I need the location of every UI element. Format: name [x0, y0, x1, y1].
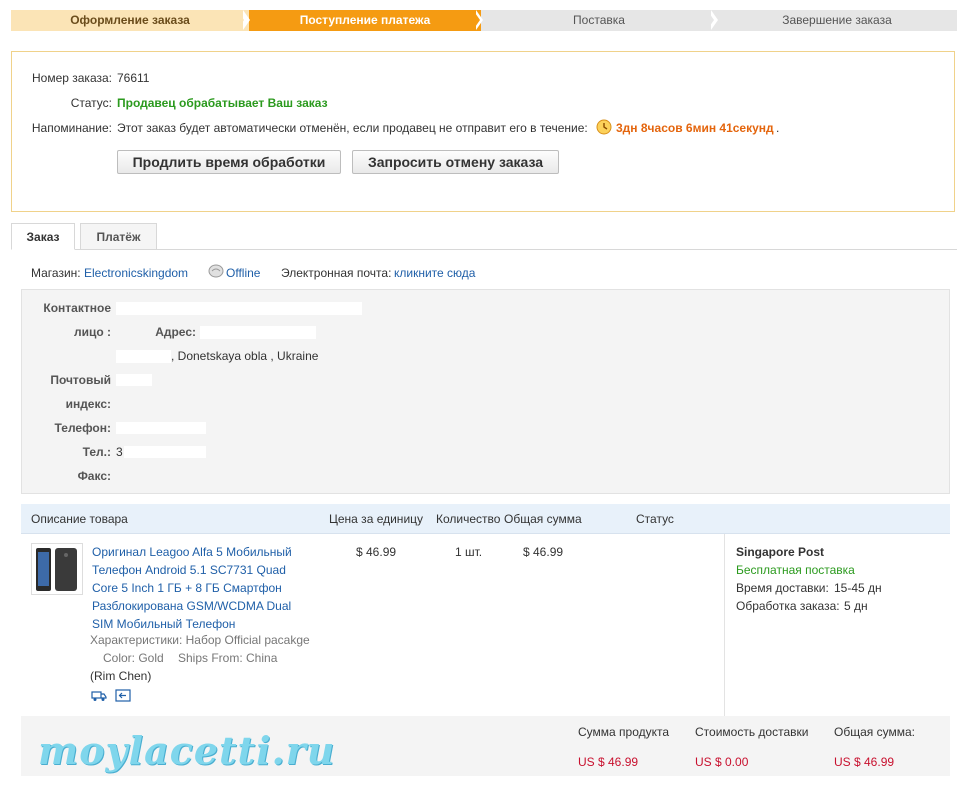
tab-payment[interactable]: Платёж: [80, 223, 157, 250]
col-quantity: Количество: [436, 512, 501, 526]
fax-label: Факс:: [77, 469, 111, 483]
step-shipping: Поставка: [481, 10, 717, 31]
free-shipping: Бесплатная поставка: [736, 563, 855, 577]
col-total: Общая сумма: [504, 512, 582, 526]
step-payment: Поступление платежа: [249, 10, 481, 31]
store-label: Магазин:: [31, 266, 81, 280]
redacted-postal: [116, 374, 152, 386]
postal-label-cont: индекс:: [65, 397, 111, 411]
tel-label: Тел.:: [82, 445, 111, 459]
processing-time-value: 5 дн: [844, 599, 868, 613]
address-label: Адрес:: [155, 325, 196, 339]
contact-label: Контактное: [43, 301, 111, 315]
address-line2: , Donetskaya obla , Ukraine: [171, 349, 319, 363]
step-arrow: [473, 10, 480, 30]
seller-name: (Rim Chen): [90, 669, 152, 683]
redacted-contact-name: [116, 302, 362, 315]
col-status: Статус: [636, 512, 674, 526]
redacted-address: [200, 326, 316, 339]
step-arrow: [237, 10, 244, 30]
email-click-here-link[interactable]: кликните сюда: [394, 266, 475, 280]
store-name-link[interactable]: Electronicskingdom: [84, 266, 188, 280]
product-color: Color: Gold: [103, 651, 164, 665]
item-quantity: 1 шт.: [455, 545, 483, 559]
step-complete: Завершение заказа: [717, 10, 957, 31]
reminder-text: Этот заказ будет автоматически отменён, …: [117, 121, 588, 135]
product-title-line[interactable]: SIM Мобильный Телефон: [92, 615, 292, 633]
shipping-cost-value: US $ 0.00: [695, 755, 749, 769]
delivery-time-value: 15-45 дн: [834, 581, 882, 595]
extend-processing-time-button[interactable]: Продлить время обработки: [117, 150, 341, 174]
grand-total-value: US $ 46.99: [834, 755, 895, 769]
tel-value: 3: [116, 445, 123, 459]
shipping-cost-label: Стоимость доставки: [695, 725, 809, 739]
step-divider: [243, 10, 250, 30]
tab-order[interactable]: Заказ: [11, 223, 75, 250]
status-label: Статус:: [70, 96, 112, 110]
redacted-phone: [116, 422, 206, 434]
shipping-carrier: Singapore Post: [736, 545, 825, 559]
product-ships-from: Ships From: China: [178, 651, 278, 665]
chat-offline-icon[interactable]: [208, 264, 224, 278]
col-description: Описание товара: [31, 512, 128, 526]
item-total: $ 46.99: [523, 545, 564, 559]
order-progress-steps: Оформление заказа Поступление платежа По…: [11, 10, 957, 31]
redacted-city: [116, 350, 171, 363]
product-thumbnail[interactable]: [31, 543, 83, 595]
phone-label: Телефон:: [54, 421, 111, 435]
product-sum-label: Сумма продукта: [578, 725, 670, 739]
step-order-placed: Оформление заказа: [11, 10, 249, 31]
status-value: Продавец обрабатывает Ваш заказ: [117, 96, 328, 110]
processing-time-label: Обработка заказа:: [736, 599, 840, 613]
email-label: Электронная почта:: [281, 266, 392, 280]
product-specs: Характеристики: Набор Official pacakge: [90, 633, 310, 647]
status-column-divider: [724, 534, 725, 716]
product-title-link[interactable]: Оригинал Leagoo Alfa 5 Мобильный Телефон…: [92, 543, 292, 633]
contact-label-cont: лицо :: [73, 325, 111, 339]
clock-icon: [596, 119, 612, 135]
product-title-line[interactable]: Оригинал Leagoo Alfa 5 Мобильный: [92, 543, 292, 561]
reminder-label: Напоминание:: [31, 121, 112, 135]
step-arrow: [707, 10, 714, 30]
product-title-line[interactable]: Телефон Android 5.1 SC7731 Quad: [92, 561, 292, 579]
product-sum-value: US $ 46.99: [578, 755, 639, 769]
store-offline-status[interactable]: Offline: [226, 266, 260, 280]
order-number-label: Номер заказа:: [31, 71, 112, 85]
redacted-tel: [124, 446, 206, 458]
shipping-address-box: [21, 289, 950, 494]
watermark-logo: moylacetti.ru: [38, 728, 336, 773]
countdown-suffix: .: [776, 121, 780, 135]
col-unit-price: Цена за единицу: [329, 512, 424, 526]
request-cancel-order-button[interactable]: Запросить отмену заказа: [352, 150, 559, 174]
grand-total-label: Общая сумма:: [834, 725, 915, 739]
product-title-line[interactable]: Core 5 Inch 1 ГБ + 8 ГБ Смартфон: [92, 579, 292, 597]
item-unit-price: $ 46.99: [356, 545, 397, 559]
order-number-value: 76611: [117, 71, 150, 85]
postal-label: Почтовый: [50, 373, 111, 387]
countdown-timer: 3дн 8часов 6мин 41секунд: [616, 121, 774, 135]
delivery-truck-icon[interactable]: [91, 689, 107, 702]
product-title-line[interactable]: Разблокирована GSM/WCDMA Dual: [92, 597, 292, 615]
delivery-time-label: Время доставки:: [736, 581, 829, 595]
return-icon[interactable]: [115, 689, 131, 702]
items-table-header: Описание товара Цена за единицу Количест…: [21, 504, 950, 534]
